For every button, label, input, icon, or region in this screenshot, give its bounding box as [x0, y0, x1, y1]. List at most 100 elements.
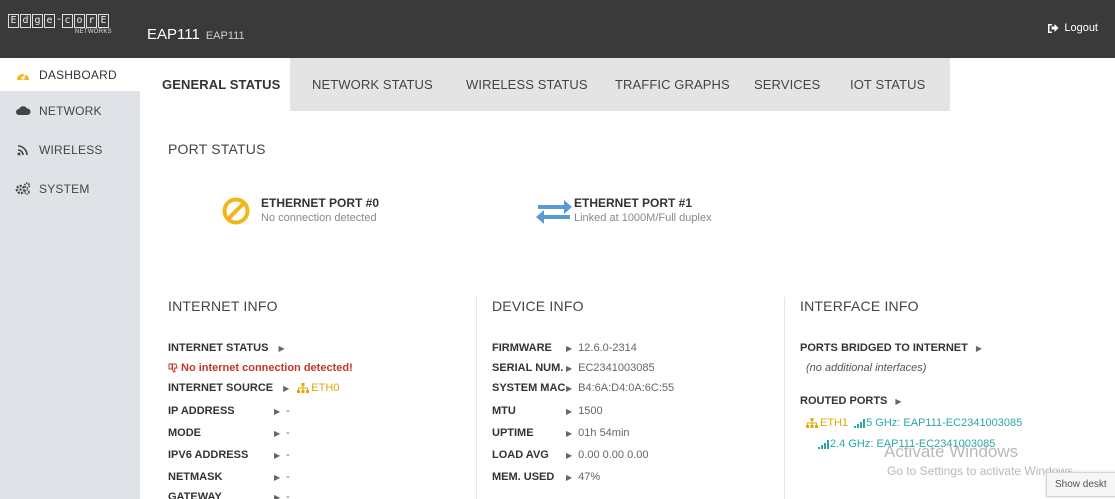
ipv6-address-label: IPV6 ADDRESS [168, 449, 249, 461]
tab-services[interactable]: SERVICES [736, 58, 832, 111]
signal-bars-icon [854, 418, 866, 428]
column-divider [784, 297, 785, 499]
caret-right-icon: ▶ [566, 383, 573, 393]
caret-right-icon: ▶ [274, 428, 281, 438]
logo-letter: c [62, 14, 73, 28]
device-name: EAP111 [147, 26, 200, 43]
port-1-desc: Linked at 1000M/Full duplex [574, 212, 712, 224]
tab-wireless-status[interactable]: WIRELESS STATUS [442, 58, 591, 111]
link-exchange-icon [536, 200, 572, 224]
thumbs-down-icon [168, 363, 178, 373]
bridged-note-row: (no additional interfaces) [806, 362, 926, 374]
system-mac-row: SYSTEM MAC ▶ B4:6A:D4:0A:6C:55 [492, 382, 674, 394]
mode-label: MODE [168, 427, 201, 439]
mtu-value: 1500 [578, 405, 603, 417]
serial-value: EC2341003085 [578, 362, 655, 374]
port-0-name: ETHERNET PORT #0 [261, 196, 380, 210]
logo-letter: g [32, 14, 43, 28]
device-subtitle: EAP111 [205, 30, 245, 42]
caret-right-icon: ▶ [566, 343, 573, 353]
dashboard-icon [14, 69, 32, 81]
bridged-note: (no additional interfaces) [806, 362, 927, 374]
ipv6-address-value: - [286, 449, 290, 461]
mem-used-row: MEM. USED ▶ 47% [492, 471, 600, 483]
sign-out-icon [1048, 23, 1059, 33]
routed-ports-label: ROUTED PORTS [800, 395, 888, 407]
mtu-row: MTU ▶ 1500 [492, 405, 603, 417]
no-connection-icon [222, 197, 250, 225]
logo-letter: - [56, 14, 63, 25]
internet-source-value[interactable]: ETH0 [311, 382, 339, 394]
sidebar-item-label: SYSTEM [39, 181, 90, 196]
caret-right-icon: ▶ [566, 406, 573, 416]
caret-right-icon: ▶ [274, 472, 281, 482]
tab-iot-status[interactable]: IOT STATUS [832, 58, 950, 111]
caret-right-icon: ▶ [566, 472, 573, 482]
caret-right-icon: ▶ [895, 396, 902, 406]
firmware-label: FIRMWARE [492, 342, 552, 354]
system-mac-label: SYSTEM MAC [492, 382, 566, 394]
firmware-row: FIRMWARE ▶ 12.6.0-2314 [492, 342, 637, 354]
ipv6-address-row: IPV6 ADDRESS ▶ - [168, 449, 290, 461]
internet-source-row[interactable]: INTERNET SOURCE ▶ ETH0 [168, 382, 339, 394]
netmask-value: - [286, 471, 290, 483]
load-avg-value: 0.00 0.00 0.00 [578, 449, 649, 461]
caret-right-icon: ▶ [274, 450, 281, 460]
caret-right-icon: ▶ [566, 363, 573, 373]
wireless-icon [14, 144, 32, 156]
serial-label: SERIAL NUM. [492, 362, 564, 374]
sidebar-item-dashboard[interactable]: DASHBOARD [0, 58, 140, 91]
port-status-title: PORT STATUS [168, 141, 266, 157]
gateway-label: GATEWAY [168, 491, 222, 499]
firmware-value: 12.6.0-2314 [578, 342, 637, 354]
routed-ports-row[interactable]: ROUTED PORTS ▶ [800, 395, 902, 407]
logout-label: Logout [1064, 22, 1098, 34]
uptime-row: UPTIME ▶ 01h 54min [492, 427, 630, 439]
caret-right-icon: ▶ [274, 406, 281, 416]
caret-right-icon: ▶ [566, 450, 573, 460]
sidebar-item-label: NETWORK [39, 103, 102, 118]
logout-button[interactable]: Logout [1047, 22, 1098, 34]
logo-letter: r [86, 14, 97, 28]
eth1-link[interactable]: ETH1 [820, 417, 848, 429]
internet-error-text: No internet connection detected! [181, 362, 353, 374]
wifi-5ghz-link[interactable]: 5 GHz: EAP111-EC2341003085 [866, 417, 1022, 429]
ethernet-port-1[interactable]: ETHERNET PORT #1 Linked at 1000M/Full du… [536, 196, 712, 226]
internet-status-label: INTERNET STATUS [168, 342, 269, 354]
tab-traffic-graphs[interactable]: TRAFFIC GRAPHS [591, 58, 736, 111]
logo-letter: e [44, 14, 55, 28]
serial-row: SERIAL NUM. ▶ EC2341003085 [492, 362, 655, 374]
bridged-ports-row[interactable]: PORTS BRIDGED TO INTERNET ▶ [800, 342, 982, 354]
internet-error-row: No internet connection detected! [168, 362, 353, 374]
internet-info-title: INTERNET INFO [168, 298, 278, 314]
ethernet-port-0[interactable]: ETHERNET PORT #0 No connection detected [221, 196, 379, 226]
caret-right-icon: ▶ [283, 383, 290, 393]
sidebar-item-network[interactable]: NETWORK [0, 91, 140, 130]
system-mac-value: B4:6A:D4:0A:6C:55 [578, 382, 675, 394]
gateway-row: GATEWAY ▶ - [168, 491, 290, 499]
signal-bars-icon [818, 439, 829, 449]
caret-right-icon: ▶ [278, 343, 285, 353]
port-0-desc: No connection detected [261, 212, 377, 224]
port-1-name: ETHERNET PORT #1 [574, 196, 693, 210]
tab-general-status[interactable]: GENERAL STATUS [140, 58, 290, 111]
logo-letter: o [74, 14, 85, 28]
interface-info-title: INTERFACE INFO [800, 298, 919, 314]
caret-right-icon: ▶ [274, 492, 281, 499]
internet-status-row[interactable]: INTERNET STATUS ▶ [168, 342, 285, 354]
sidebar-item-wireless[interactable]: WIRELESS [0, 130, 140, 169]
caret-right-icon: ▶ [975, 343, 983, 353]
tab-network-status[interactable]: NETWORK STATUS [290, 58, 442, 111]
sidebar-item-label: DASHBOARD [39, 67, 117, 82]
ip-address-row: IP ADDRESS ▶ - [168, 405, 290, 417]
load-avg-label: LOAD AVG [492, 449, 549, 461]
logo-letter: E [98, 14, 109, 28]
logo-letter: E [8, 14, 19, 28]
caret-right-icon: ▶ [566, 428, 573, 438]
load-avg-row: LOAD AVG ▶ 0.00 0.00 0.00 [492, 449, 649, 461]
cloud-icon [14, 105, 32, 116]
sidebar-item-system[interactable]: SYSTEM [0, 169, 140, 208]
bridged-ports-label: PORTS BRIDGED TO INTERNET [800, 342, 968, 354]
column-divider [476, 297, 477, 499]
uptime-value: 01h 54min [578, 427, 630, 439]
